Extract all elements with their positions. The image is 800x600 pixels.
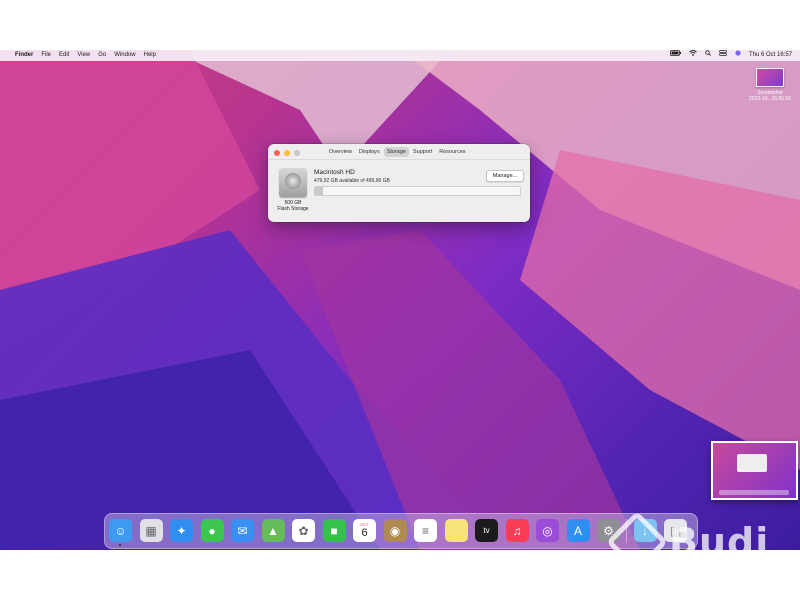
finder-icon[interactable]: ☺ bbox=[109, 519, 132, 542]
music-icon[interactable]: ♫ bbox=[505, 519, 529, 542]
wallpaper bbox=[0, 50, 800, 550]
desktop-screen: Finder File Edit View Go Window Help Thu… bbox=[0, 50, 800, 550]
finder-running-indicator bbox=[119, 544, 121, 546]
messages-icon[interactable]: ● bbox=[200, 519, 224, 542]
siri-icon[interactable] bbox=[735, 50, 741, 61]
facetime-icon[interactable]: ■ bbox=[322, 519, 346, 542]
wifi-icon[interactable] bbox=[689, 50, 697, 61]
app-store-icon[interactable]: A bbox=[566, 519, 590, 542]
tv-icon[interactable]: tv bbox=[475, 519, 498, 542]
menu-help[interactable]: Help bbox=[144, 50, 156, 61]
control-center-icon[interactable] bbox=[719, 50, 727, 61]
about-this-mac-window: Overview Displays Storage Support Resour… bbox=[268, 144, 530, 222]
tab-support[interactable]: Support bbox=[410, 147, 435, 157]
zoom-window-button[interactable] bbox=[294, 150, 300, 156]
drive-capacity-label: 500 GB Flash Storage bbox=[270, 200, 316, 212]
clock[interactable]: Thu 6 Oct 16:57 bbox=[749, 50, 792, 61]
photos-icon[interactable]: ✿ bbox=[292, 519, 315, 542]
thumbnail-window bbox=[737, 454, 767, 472]
podcasts-icon[interactable]: ◎ bbox=[536, 519, 559, 542]
storage-used-fill bbox=[315, 187, 324, 195]
volume-name: Macintosh HD bbox=[314, 169, 355, 176]
menu-go[interactable]: Go bbox=[98, 50, 106, 61]
tab-overview[interactable]: Overview bbox=[326, 147, 355, 157]
screenshot-file-thumbnail bbox=[756, 68, 784, 87]
screenshot-preview-thumbnail[interactable] bbox=[711, 441, 798, 500]
thumbnail-dock bbox=[719, 490, 789, 495]
watermark: Budi bbox=[605, 510, 770, 574]
close-window-button[interactable] bbox=[274, 150, 280, 156]
battery-icon[interactable] bbox=[670, 50, 681, 61]
calendar-icon[interactable]: OCT 6 bbox=[353, 519, 376, 542]
minimize-window-button[interactable] bbox=[284, 150, 290, 156]
calendar-day: 6 bbox=[361, 527, 368, 539]
tab-bar: Overview Displays Storage Support Resour… bbox=[326, 147, 470, 157]
desktop-file-label-line2: 2022-10...16.56.56 bbox=[749, 96, 791, 102]
launchpad-icon[interactable]: ▦ bbox=[139, 519, 163, 542]
tab-resources[interactable]: Resources bbox=[436, 147, 468, 157]
maps-icon[interactable]: ▲ bbox=[261, 519, 285, 542]
desktop-screenshot-file[interactable]: Screenshot 2022-10...16.56.56 bbox=[742, 68, 798, 102]
menu-app-name[interactable]: Finder bbox=[15, 50, 33, 61]
tab-displays[interactable]: Displays bbox=[356, 147, 383, 157]
storage-usage-bar bbox=[314, 186, 521, 196]
tab-storage[interactable]: Storage bbox=[383, 147, 409, 157]
hard-drive-icon bbox=[279, 168, 307, 197]
menu-file[interactable]: File bbox=[41, 50, 51, 61]
watermark-logo-icon bbox=[605, 510, 669, 574]
notes-icon[interactable] bbox=[444, 519, 468, 542]
menu-window[interactable]: Window bbox=[114, 50, 135, 61]
watermark-text: Budi bbox=[669, 520, 770, 564]
menu-bar: Finder File Edit View Go Window Help Thu… bbox=[0, 50, 800, 61]
toolbar-divider bbox=[268, 159, 530, 160]
contacts-icon[interactable]: ◉ bbox=[383, 519, 407, 542]
mail-icon[interactable]: ✉ bbox=[231, 519, 254, 542]
reminders-icon[interactable]: ≡ bbox=[414, 519, 437, 542]
safari-icon[interactable]: ✦ bbox=[170, 519, 193, 542]
menu-edit[interactable]: Edit bbox=[59, 50, 69, 61]
search-icon[interactable] bbox=[705, 50, 711, 61]
manage-button[interactable]: Manage... bbox=[486, 170, 524, 182]
menu-view[interactable]: View bbox=[77, 50, 90, 61]
drive-type: Flash Storage bbox=[277, 206, 309, 212]
volume-available-text: 479,92 GB available of 499,96 GB bbox=[314, 178, 390, 184]
